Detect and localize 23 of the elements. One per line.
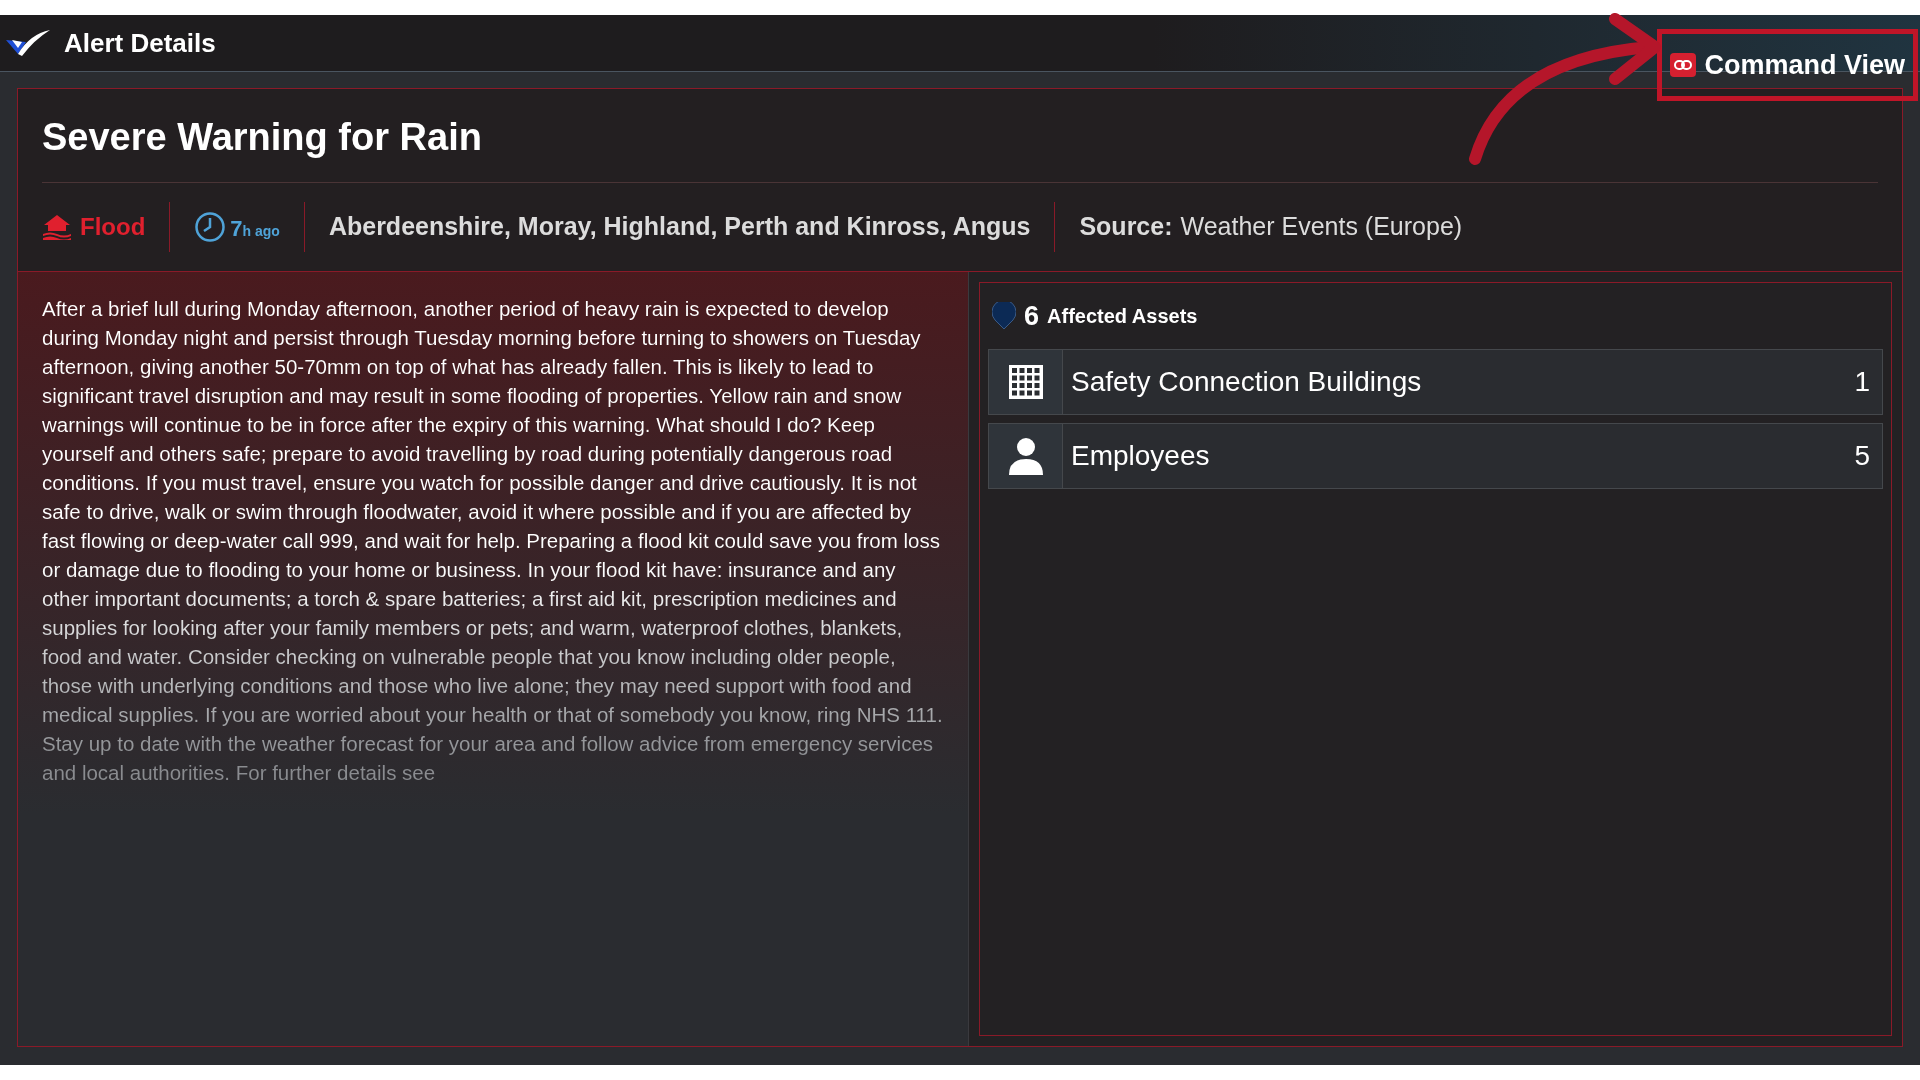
link-icon	[1670, 53, 1697, 77]
asset-row[interactable]: Employees 5	[988, 423, 1883, 489]
flood-house-icon	[42, 214, 72, 240]
asset-count-value: 1	[1853, 365, 1871, 399]
logo-icon	[4, 28, 52, 58]
alert-age: 7h ago	[230, 214, 280, 243]
source-label: Source:	[1079, 211, 1173, 243]
command-view-button[interactable]: Command View	[1657, 29, 1918, 101]
alert-title: Severe Warning for Rain	[42, 109, 1878, 183]
asset-name: Employees	[1070, 439, 1211, 473]
source-value: Weather Events (Europe)	[1180, 211, 1463, 243]
map-pin-icon	[992, 302, 1016, 330]
header-title: Alert Details	[64, 26, 216, 60]
asset-row[interactable]: Safety Connection Buildings 1	[988, 349, 1883, 415]
alert-regions: Aberdeenshire, Moray, Highland, Perth and Kinross, Angus	[304, 202, 1056, 252]
asset-count-value: 5	[1853, 439, 1871, 473]
asset-count: 6	[1024, 299, 1040, 333]
alert-type: Flood	[80, 212, 146, 242]
asset-name: Safety Connection Buildings	[1070, 365, 1423, 399]
person-icon	[1008, 437, 1043, 475]
grid-icon	[1008, 365, 1043, 399]
clock-icon	[194, 211, 227, 243]
assets-label: Affected Assets	[1047, 304, 1198, 329]
